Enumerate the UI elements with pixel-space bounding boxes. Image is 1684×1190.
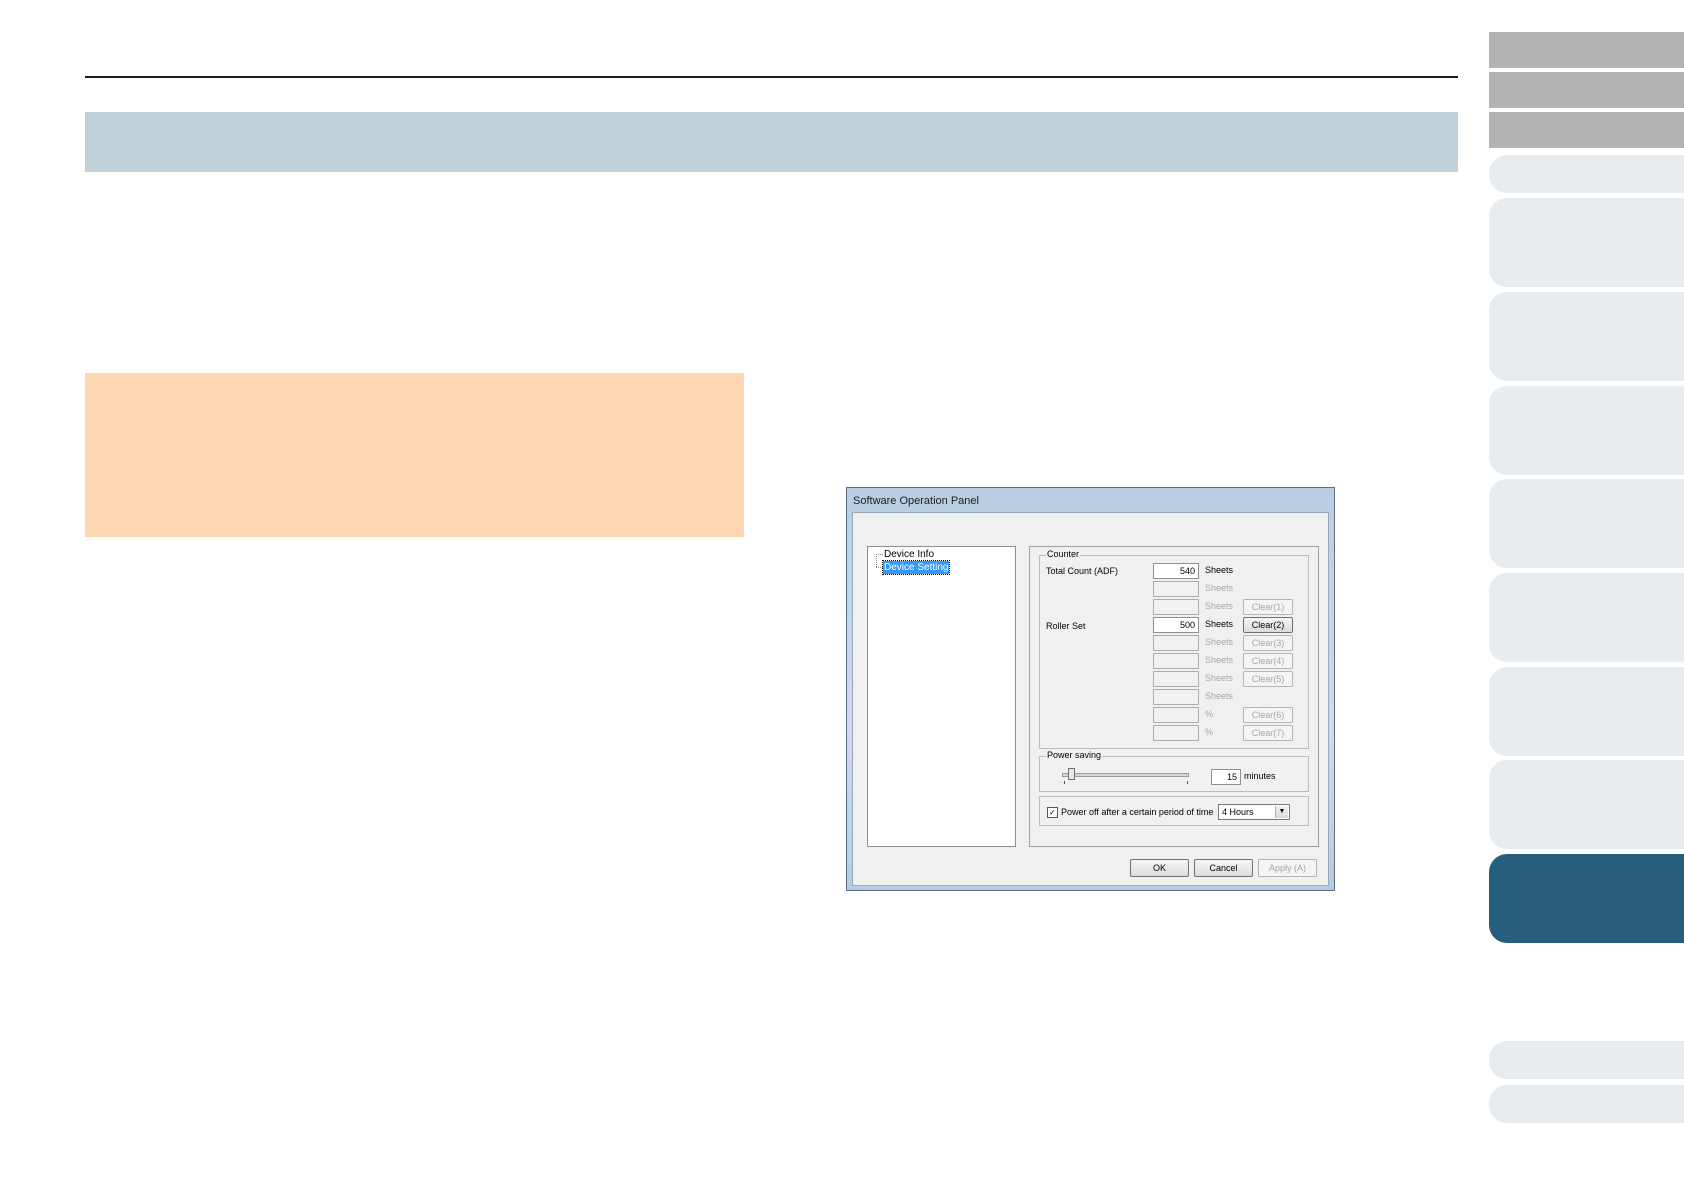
tree-branch-2 <box>876 567 883 568</box>
counter-field-3 <box>1153 599 1199 615</box>
counter-field-8 <box>1153 689 1199 705</box>
nav-tab-gray-3[interactable] <box>1489 112 1684 148</box>
nav-tab-4[interactable] <box>1489 386 1684 475</box>
power-off-time-value: 4 Hours <box>1222 807 1254 817</box>
power-off-checkbox[interactable]: ✓ <box>1047 807 1058 818</box>
counter-unit-3: Sheets <box>1205 601 1234 611</box>
counter-field-6 <box>1153 653 1199 669</box>
counter-group-label: Counter <box>1046 549 1081 559</box>
clear-5-button[interactable]: Clear(5) <box>1243 671 1293 687</box>
nav-tab-6[interactable] <box>1489 573 1684 662</box>
clear-7-button[interactable]: Clear(7) <box>1243 725 1293 741</box>
clear-3-button[interactable]: Clear(3) <box>1243 635 1293 651</box>
nav-tab-7[interactable] <box>1489 667 1684 756</box>
top-rule <box>85 76 1458 78</box>
settings-tree: Device Info Device Setting <box>867 546 1016 847</box>
counter-field-7 <box>1153 671 1199 687</box>
roller-set-label: Roller Set <box>1046 621 1086 631</box>
total-count-label: Total Count (ADF) <box>1046 566 1119 576</box>
power-saving-unit: minutes <box>1244 771 1276 781</box>
total-count-field: 540 <box>1153 563 1199 579</box>
counter-field-9 <box>1153 707 1199 723</box>
nav-tab-5[interactable] <box>1489 479 1684 568</box>
nav-tab-bottom-1[interactable] <box>1489 1041 1684 1079</box>
power-off-label: Power off after a certain period of time <box>1061 807 1214 817</box>
power-saving-group: Power saving 15 minutes <box>1039 750 1309 792</box>
chevron-down-icon[interactable]: ▼ <box>1275 806 1288 818</box>
software-operation-panel-dialog: Software Operation Panel Device Info Dev… <box>846 487 1335 891</box>
nav-tab-2[interactable] <box>1489 198 1684 287</box>
clear-4-button[interactable]: Clear(4) <box>1243 653 1293 669</box>
roller-set-unit: Sheets <box>1205 619 1234 629</box>
counter-unit-9: % <box>1205 709 1214 719</box>
counter-unit-7: Sheets <box>1205 673 1234 683</box>
nav-tab-gray-2[interactable] <box>1489 72 1684 108</box>
ok-button[interactable]: OK <box>1130 859 1189 877</box>
nav-tab-active[interactable] <box>1489 854 1684 943</box>
power-saving-label: Power saving <box>1046 750 1103 760</box>
dialog-client-area: Device Info Device Setting Counter Total… <box>852 512 1329 886</box>
total-count-unit: Sheets <box>1205 565 1234 575</box>
nav-tab-gray-1[interactable] <box>1489 32 1684 68</box>
counter-unit-6: Sheets <box>1205 655 1234 665</box>
clear-1-button[interactable]: Clear(1) <box>1243 599 1293 615</box>
counter-field-2 <box>1153 581 1199 597</box>
nav-tab-bottom-2[interactable] <box>1489 1085 1684 1123</box>
power-off-time-select[interactable]: 4 Hours ▼ <box>1218 804 1290 820</box>
counter-unit-10: % <box>1205 727 1214 737</box>
nav-tab-3[interactable] <box>1489 292 1684 381</box>
nav-tab-1[interactable] <box>1489 155 1684 193</box>
slider-tick-min <box>1064 781 1065 784</box>
tree-branch-1 <box>876 554 883 555</box>
tree-item-device-setting[interactable]: Device Setting <box>881 560 951 575</box>
power-saving-value-field[interactable]: 15 <box>1211 769 1241 785</box>
title-band <box>85 112 1458 172</box>
counter-unit-8: Sheets <box>1205 691 1234 701</box>
counter-unit-2: Sheets <box>1205 583 1234 593</box>
cancel-button[interactable]: Cancel <box>1194 859 1253 877</box>
settings-panel: Counter Total Count (ADF) Roller Set 540… <box>1029 546 1319 847</box>
dialog-title: Software Operation Panel <box>853 495 979 507</box>
nav-tab-8[interactable] <box>1489 760 1684 849</box>
counter-field-10 <box>1153 725 1199 741</box>
counter-field-5 <box>1153 635 1199 651</box>
power-saving-slider[interactable] <box>1068 768 1075 780</box>
note-box <box>85 373 744 537</box>
apply-button[interactable]: Apply (A) <box>1258 859 1317 877</box>
power-saving-slider-track <box>1062 773 1189 777</box>
power-off-group: ✓ Power off after a certain period of ti… <box>1039 796 1309 826</box>
counter-group: Counter Total Count (ADF) Roller Set 540… <box>1039 549 1309 749</box>
tree-item-device-info[interactable]: Device Info <box>883 548 935 561</box>
roller-set-field: 500 <box>1153 617 1199 633</box>
tree-connector <box>876 554 877 567</box>
slider-tick-max <box>1187 781 1188 784</box>
counter-unit-5: Sheets <box>1205 637 1234 647</box>
clear-6-button[interactable]: Clear(6) <box>1243 707 1293 723</box>
clear-2-button[interactable]: Clear(2) <box>1243 617 1293 633</box>
